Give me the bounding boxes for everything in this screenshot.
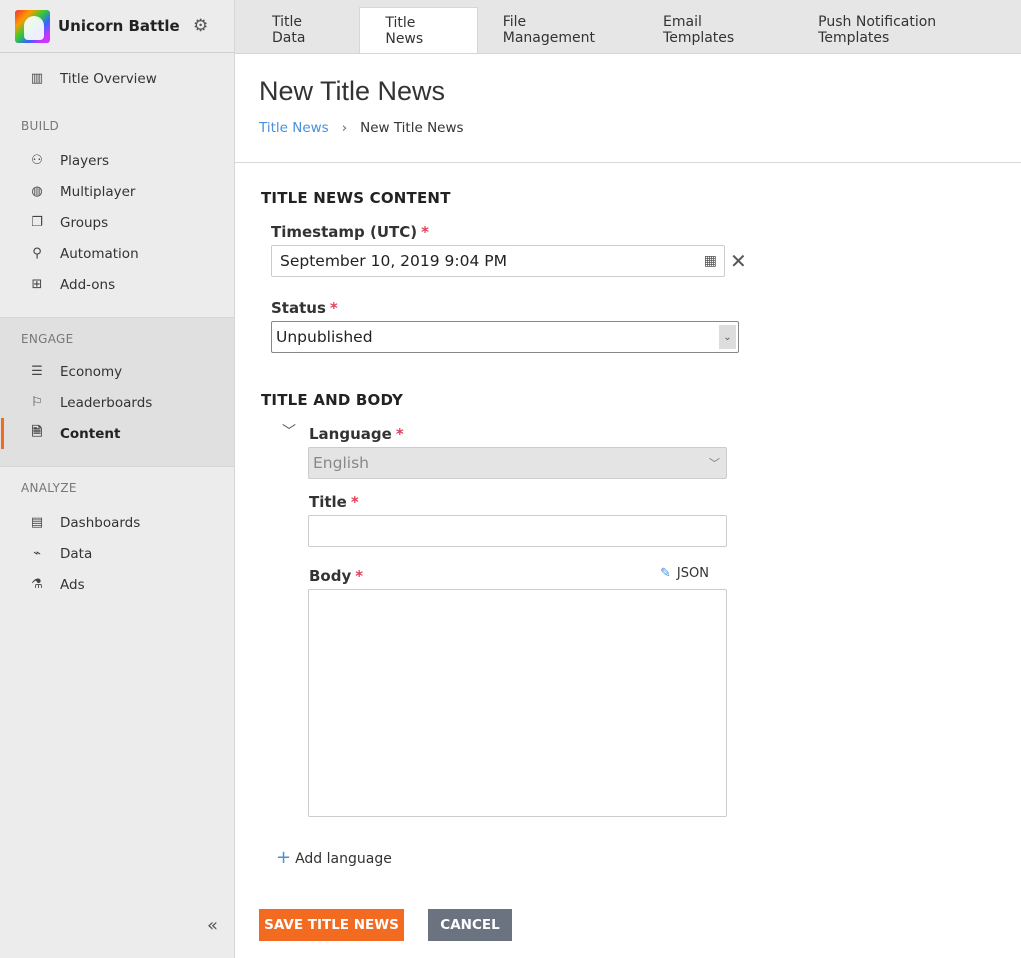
groups-icon: ❐ — [31, 215, 43, 230]
bar-chart-icon: ▥ — [30, 71, 44, 86]
section-title-and-body: TITLE AND BODY — [261, 391, 404, 409]
sidebar-item-groups[interactable]: ❐ Groups — [0, 207, 234, 238]
flask-icon: ⚗ — [31, 577, 43, 592]
dashboard-icon: ▤ — [30, 515, 44, 530]
status-label-text: Status — [271, 299, 326, 317]
save-title-news-button[interactable]: SAVE TITLE NEWS — [259, 909, 404, 941]
language-select[interactable]: English ﹀ — [308, 447, 727, 479]
status-select[interactable]: Unpublished ⌄ — [271, 321, 739, 353]
tab-title-news[interactable]: Title News — [359, 7, 478, 53]
section-engage: ENGAGE — [21, 332, 74, 346]
cancel-button[interactable]: CANCEL — [428, 909, 512, 941]
timestamp-label-text: Timestamp (UTC) — [271, 223, 418, 241]
body-textarea[interactable] — [308, 589, 727, 817]
tab-title-data[interactable]: Title Data — [235, 0, 359, 53]
sidebar-item-label: Groups — [60, 214, 109, 231]
gear-icon[interactable]: ⚙ — [193, 16, 208, 36]
section-title-news-content: TITLE NEWS CONTENT — [261, 189, 451, 207]
globe-icon: ◍ — [31, 184, 43, 199]
sidebar-item-label: Data — [60, 545, 93, 562]
document-icon: 🗎 — [31, 424, 43, 440]
sidebar-item-label: Multiplayer — [60, 183, 136, 200]
chevron-down-icon: ⌄ — [719, 325, 736, 349]
add-language-button[interactable]: + Add language — [276, 847, 392, 868]
collapse-sidebar-icon[interactable]: « — [207, 915, 218, 936]
required-marker: * — [395, 425, 404, 443]
sidebar-item-label: Players — [60, 152, 110, 169]
sidebar-item-multiplayer[interactable]: ◍ Multiplayer — [0, 176, 234, 207]
sidebar-item-title-overview[interactable]: ▥ Title Overview — [0, 63, 234, 94]
title-header: Unicorn Battle ⚙ — [0, 0, 234, 53]
body-label: Body * — [309, 567, 363, 585]
section-analyze: ANALYZE — [21, 481, 77, 495]
sidebar-item-dashboards[interactable]: ▤ Dashboards — [0, 507, 234, 538]
json-label: JSON — [676, 566, 709, 581]
chevron-down-icon[interactable]: ﹀ — [282, 421, 296, 441]
language-label: Language * — [309, 425, 404, 443]
timestamp-input[interactable]: September 10, 2019 9:04 PM ▦ — [271, 245, 725, 277]
sidebar-item-add-ons[interactable]: ⊞ Add-ons — [0, 269, 234, 300]
clear-timestamp-icon[interactable]: ✕ — [730, 251, 747, 271]
tab-push-notification-templates[interactable]: Push Notification Templates — [793, 0, 1021, 53]
title-name: Unicorn Battle — [58, 17, 180, 35]
required-marker: * — [350, 493, 359, 511]
tab-email-templates[interactable]: Email Templates — [638, 0, 793, 53]
add-language-label: Add language — [295, 851, 392, 867]
sidebar: Unicorn Battle ⚙ ▥ Title Overview BUILD ⚇… — [0, 0, 235, 958]
tab-bar: Title Data Title News File Management Em… — [235, 0, 1021, 54]
breadcrumb-separator-icon: › — [341, 120, 348, 136]
robot-icon: ⚲ — [32, 246, 42, 261]
sidebar-item-label: Leaderboards — [60, 394, 153, 411]
required-marker: * — [421, 223, 429, 241]
timestamp-value: September 10, 2019 9:04 PM — [280, 252, 508, 270]
bookmark-icon: ⚐ — [31, 395, 43, 410]
sidebar-item-label: Content — [60, 425, 121, 442]
required-marker: * — [355, 567, 364, 585]
sidebar-item-label: Economy — [60, 363, 123, 380]
json-edit-button[interactable]: ✎ JSON — [660, 566, 709, 581]
sidebar-item-label: Title Overview — [60, 70, 157, 87]
sidebar-item-ads[interactable]: ⚗ Ads — [0, 569, 234, 600]
page-title: New Title News — [259, 76, 446, 106]
sidebar-item-players[interactable]: ⚇ Players — [0, 145, 234, 176]
sidebar-item-economy[interactable]: ☰ Economy — [0, 356, 234, 387]
page-header: New Title News Title News › New Title News — [235, 54, 1021, 163]
status-value: Unpublished — [276, 328, 373, 346]
chevron-down-icon: ﹀ — [709, 457, 720, 470]
title-input[interactable] — [308, 515, 727, 547]
sidebar-item-label: Ads — [60, 576, 85, 593]
calendar-icon[interactable]: ▦ — [704, 253, 717, 269]
breadcrumb-title-news[interactable]: Title News — [259, 120, 329, 136]
required-marker: * — [329, 299, 338, 317]
timestamp-label: Timestamp (UTC) * — [271, 223, 429, 241]
breadcrumb-current: New Title News — [360, 120, 464, 136]
sidebar-item-label: Dashboards — [60, 514, 141, 531]
plus-icon: + — [276, 847, 292, 868]
players-icon: ⚇ — [31, 153, 43, 168]
sidebar-item-label: Automation — [60, 245, 139, 262]
sidebar-item-automation[interactable]: ⚲ Automation — [0, 238, 234, 269]
tab-file-management[interactable]: File Management — [478, 0, 638, 53]
title-logo — [15, 9, 50, 43]
language-value: English — [313, 454, 369, 472]
pencil-icon: ✎ — [660, 566, 671, 581]
sidebar-item-content[interactable]: 🗎 Content — [0, 418, 234, 449]
body-label-text: Body — [309, 567, 352, 585]
title-label: Title * — [309, 493, 359, 511]
status-label: Status * — [271, 299, 338, 317]
section-engage-group: ENGAGE ☰ Economy ⚐ Leaderboards 🗎 Content — [0, 317, 234, 467]
sidebar-item-label: Add-ons — [60, 276, 116, 293]
title-label-text: Title — [309, 493, 347, 511]
section-build: BUILD — [21, 119, 59, 133]
breadcrumb: Title News › New Title News — [259, 120, 464, 136]
sidebar-item-data[interactable]: ⌁ Data — [0, 538, 234, 569]
sidebar-item-leaderboards[interactable]: ⚐ Leaderboards — [0, 387, 234, 418]
plug-icon: ⌁ — [33, 546, 41, 561]
database-icon: ☰ — [31, 364, 43, 379]
add-ons-icon: ⊞ — [31, 277, 43, 292]
language-label-text: Language — [309, 425, 392, 443]
